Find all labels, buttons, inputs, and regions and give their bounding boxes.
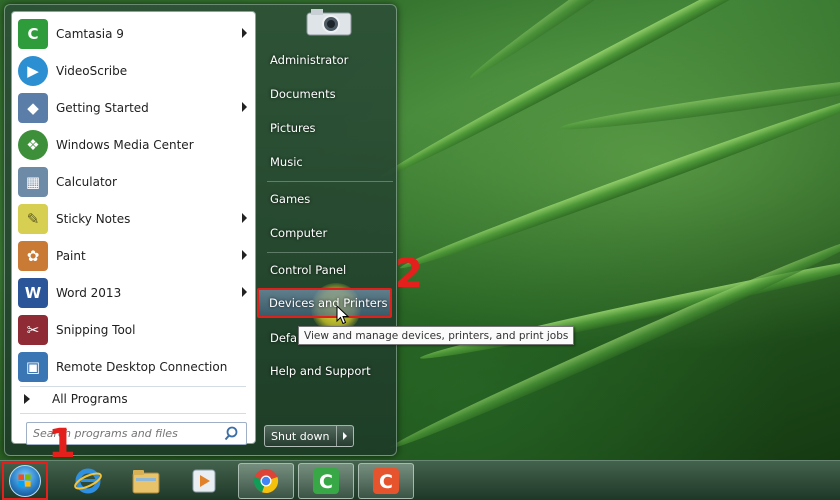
shutdown-button[interactable]: Shut down [265, 426, 337, 446]
program-label: Camtasia 9 [56, 27, 124, 41]
menu-item-devices-and-printers[interactable]: Devices and Printers [257, 288, 392, 318]
scissors-icon: ✂ [18, 315, 48, 345]
menu-item-control-panel[interactable]: Control Panel [260, 255, 398, 285]
program-label: Windows Media Center [56, 138, 194, 152]
submenu-arrow-icon [242, 287, 247, 297]
program-label: Getting Started [56, 101, 149, 115]
media-center-icon: ❖ [18, 130, 48, 160]
step-marker-2: 2 [395, 251, 423, 297]
svg-text:C: C [319, 471, 333, 493]
menu-item-label: Games [270, 192, 311, 206]
taskbar-camtasia[interactable]: C [298, 463, 354, 499]
divider [20, 413, 246, 414]
program-calculator[interactable]: ▦ Calculator [14, 164, 253, 200]
program-videoscribe[interactable]: ▶ VideoScribe [14, 53, 253, 89]
taskbar-media-player[interactable] [176, 463, 232, 499]
program-label: Word 2013 [56, 286, 122, 300]
menu-item-games[interactable]: Games [260, 184, 398, 214]
menu-item-music[interactable]: Music [260, 147, 398, 177]
menu-item-computer[interactable]: Computer [260, 218, 398, 248]
tooltip: View and manage devices, printers, and p… [298, 326, 575, 345]
program-label: Snipping Tool [56, 323, 136, 337]
arrow-right-icon [24, 394, 30, 404]
start-button[interactable] [2, 462, 48, 500]
programs-pane: C Camtasia 9 ▶ VideoScribe ◆ Getting Sta… [11, 11, 256, 445]
menu-item-label: Help and Support [270, 364, 371, 378]
program-label: Sticky Notes [56, 212, 131, 226]
shutdown-options-button[interactable] [337, 426, 353, 446]
submenu-arrow-icon [242, 213, 247, 223]
menu-item-label: Computer [270, 226, 328, 240]
program-label: Calculator [56, 175, 117, 189]
submenu-arrow-icon [242, 28, 247, 38]
menu-item-label: Music [270, 155, 303, 169]
menu-item-administrator[interactable]: Administrator [260, 45, 398, 75]
remote-desktop-icon: ▣ [18, 352, 48, 382]
media-player-icon [192, 469, 216, 493]
menu-item-documents[interactable]: Documents [260, 79, 398, 109]
search-icon[interactable] [224, 425, 242, 443]
word-icon: W [18, 278, 48, 308]
divider [267, 181, 393, 182]
program-label: Remote Desktop Connection [56, 360, 228, 374]
taskbar-internet-explorer[interactable] [60, 463, 116, 499]
program-word[interactable]: W Word 2013 [14, 275, 253, 311]
step-marker-1: 1 [48, 421, 76, 467]
sticky-notes-icon: ✎ [18, 204, 48, 234]
file-explorer-icon [132, 470, 160, 494]
program-camtasia[interactable]: C Camtasia 9 [14, 16, 253, 52]
videoscribe-icon: ▶ [18, 56, 48, 86]
taskbar-chrome[interactable] [238, 463, 294, 499]
calculator-icon: ▦ [18, 167, 48, 197]
taskbar-camtasia-recorder[interactable]: C [358, 463, 414, 499]
user-picture-icon[interactable] [301, 5, 357, 39]
arrow-right-icon [343, 432, 347, 440]
program-media-center[interactable]: ❖ Windows Media Center [14, 127, 253, 163]
windows-logo-icon [9, 465, 41, 497]
menu-item-label: Devices and Printers [269, 296, 388, 310]
shutdown-button-group: Shut down [264, 425, 354, 447]
program-sticky-notes[interactable]: ✎ Sticky Notes [14, 201, 253, 237]
paint-icon: ✿ [18, 241, 48, 271]
menu-item-label: Documents [270, 87, 336, 101]
program-snipping-tool[interactable]: ✂ Snipping Tool [14, 312, 253, 348]
internet-explorer-icon [74, 468, 102, 494]
menu-item-label: Administrator [270, 53, 349, 67]
submenu-arrow-icon [242, 250, 247, 260]
submenu-arrow-icon [242, 102, 247, 112]
menu-item-help-and-support[interactable]: Help and Support [260, 356, 398, 386]
camtasia-recorder-icon: C [373, 468, 399, 494]
menu-item-pictures[interactable]: Pictures [260, 113, 398, 143]
svg-text:C: C [379, 471, 393, 493]
all-programs-button[interactable]: All Programs [14, 386, 253, 412]
chrome-icon [253, 469, 279, 494]
camtasia-icon: C [18, 19, 48, 49]
program-getting-started[interactable]: ◆ Getting Started [14, 90, 253, 126]
all-programs-label: All Programs [52, 392, 128, 406]
taskbar: C C [0, 460, 840, 500]
program-label: VideoScribe [56, 64, 128, 78]
taskbar-file-explorer[interactable] [118, 463, 174, 499]
program-label: Paint [56, 249, 86, 263]
mouse-pointer-icon [336, 305, 350, 325]
divider [267, 252, 393, 253]
camtasia-icon: C [313, 468, 339, 494]
getting-started-icon: ◆ [18, 93, 48, 123]
menu-item-label: Pictures [270, 121, 316, 135]
program-remote-desktop[interactable]: ▣ Remote Desktop Connection [14, 349, 253, 385]
program-paint[interactable]: ✿ Paint [14, 238, 253, 274]
menu-item-label: Control Panel [270, 263, 347, 277]
start-menu: C Camtasia 9 ▶ VideoScribe ◆ Getting Sta… [4, 4, 397, 456]
